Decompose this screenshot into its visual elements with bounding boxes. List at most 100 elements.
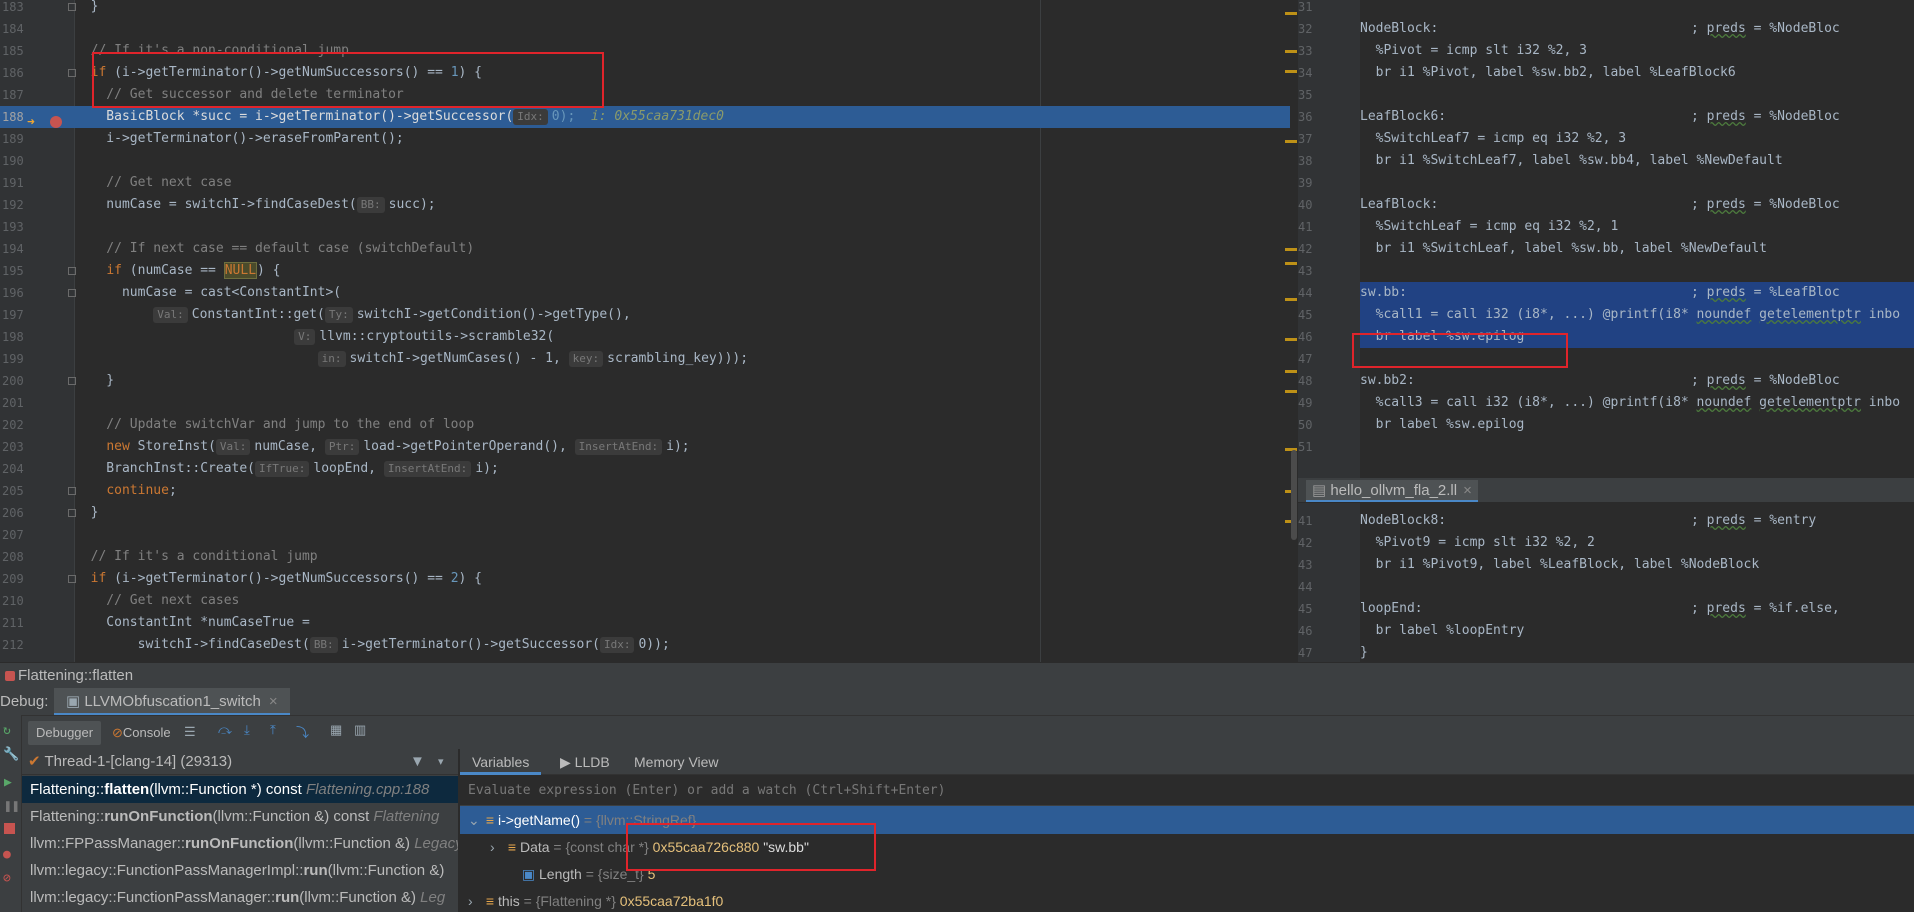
breadcrumb[interactable]: Flattening::flatten [0, 662, 1914, 688]
code-line[interactable]: BasicBlock *succ = i->getTerminator()->g… [75, 106, 1298, 128]
rerun-icon[interactable]: ↻ [3, 723, 11, 738]
ir-line[interactable] [1360, 0, 1914, 18]
line-number[interactable]: 212 [0, 634, 75, 656]
code-line[interactable]: } [75, 502, 1298, 524]
line-number[interactable]: 34 [1298, 62, 1360, 84]
ir-line[interactable]: br i1 %SwitchLeaf, label %sw.bb, label %… [1360, 238, 1914, 260]
code-line[interactable]: // Get next cases [75, 590, 1298, 612]
ir-line[interactable] [1360, 503, 1914, 510]
line-number-gutter[interactable]: 183 184 185 186 187 188 189 190 191 192 193 194 195 1… [0, 0, 76, 662]
close-tab-icon[interactable]: × [1463, 482, 1472, 499]
resume-icon[interactable]: ▶ [4, 775, 12, 790]
scroll-marker[interactable] [1285, 262, 1297, 265]
ir-line[interactable]: NodeBlock8:; preds = %entry [1360, 510, 1914, 532]
thread-selector[interactable]: ✔ Thread-1-[clang-14] (29313) ▼ ▾ [22, 749, 458, 775]
ir-line[interactable]: sw.bb2:; preds = %NodeBloc [1360, 370, 1914, 392]
ir-line[interactable] [1360, 84, 1914, 106]
session-tab[interactable]: ▣ LLVMObfuscation1_switch × [54, 688, 290, 715]
code-line[interactable]: if (numCase == NULL) { [75, 260, 1298, 282]
code-line[interactable] [75, 18, 1298, 40]
line-number[interactable]: 39 [1298, 172, 1360, 194]
menu-icon[interactable]: ☰ [184, 724, 196, 740]
line-number[interactable]: 38 [1298, 150, 1360, 172]
line-number[interactable]: 186 [0, 62, 75, 84]
code-line[interactable] [75, 216, 1298, 238]
stack-frame[interactable]: Flattening::runOnFunction(llvm::Function… [22, 803, 458, 830]
stop-icon[interactable] [4, 823, 15, 834]
code-line[interactable]: V: llvm::cryptoutils->scramble32( [75, 326, 1298, 348]
code-line[interactable]: } [75, 370, 1298, 392]
ir-line[interactable]: %call1 = call i32 (i8*, ...) @printf(i8*… [1360, 304, 1914, 326]
line-number[interactable]: 200 [0, 370, 75, 392]
code-line[interactable]: numCase = switchI->findCaseDest(BB: succ)… [75, 194, 1298, 216]
ir-editor-top[interactable]: 31 32 NodeBlock:; preds = %NodeBloc 33 %Piv… [1298, 0, 1914, 478]
chevron-down-icon[interactable]: ▾ [438, 749, 444, 775]
line-number[interactable]: 204 [0, 458, 75, 480]
line-number[interactable]: 36 [1298, 106, 1360, 128]
line-number[interactable]: 43 [1298, 260, 1360, 282]
mute-breakpoints-icon[interactable]: ⊘ [3, 871, 11, 886]
code-line[interactable]: i->getTerminator()->eraseFromParent(); [75, 128, 1298, 150]
scroll-marker[interactable] [1285, 12, 1297, 15]
ir-line[interactable]: LeafBlock6:; preds = %NodeBloc [1360, 106, 1914, 128]
line-number[interactable]: 37 [1298, 128, 1360, 150]
wrench-icon[interactable]: 🔧 [3, 747, 19, 762]
line-number[interactable]: 205 [0, 480, 75, 502]
ir-line[interactable] [1360, 172, 1914, 194]
table-icon[interactable]: ▦ [330, 722, 342, 738]
code-line[interactable] [75, 150, 1298, 172]
ir-line[interactable]: NodeBlock:; preds = %NodeBloc [1360, 18, 1914, 40]
line-number[interactable]: 40 [1298, 503, 1360, 510]
code-line[interactable]: switchI->findCaseDest(BB: i->getTerminato… [75, 634, 1298, 656]
ir-line[interactable]: } [1360, 642, 1914, 662]
code-line[interactable]: continue; [75, 480, 1298, 502]
close-session-icon[interactable]: × [269, 693, 278, 710]
ir-line[interactable]: sw.bb:; preds = %LeafBloc [1360, 282, 1914, 304]
line-number[interactable]: 183 [0, 0, 75, 18]
ir-line[interactable]: loopEnd:; preds = %if.else, [1360, 598, 1914, 620]
line-number[interactable]: 41 [1298, 510, 1360, 532]
line-number[interactable]: 49 [1298, 392, 1360, 414]
scroll-thumb[interactable] [1291, 450, 1297, 540]
line-number[interactable]: 185 [0, 40, 75, 62]
line-number[interactable]: 44 [1298, 576, 1360, 598]
line-number[interactable]: 191 [0, 172, 75, 194]
tab-variables[interactable]: Variables [460, 749, 542, 775]
line-number[interactable]: 189 [0, 128, 75, 150]
scroll-marker[interactable] [1285, 248, 1297, 251]
tab-hello-ollvm-fla-2[interactable]: ▤ hello_ollvm_fla_2.ll × [1306, 480, 1478, 502]
line-number[interactable]: 31 [1298, 0, 1360, 18]
code-line[interactable] [75, 392, 1298, 414]
code-line[interactable]: if (i->getTerminator()->getNumSuccessors… [75, 568, 1298, 590]
stack-frame[interactable]: llvm::FPPassManager::runOnFunction(llvm:… [22, 830, 458, 857]
line-number[interactable]: 197 [0, 304, 75, 326]
scroll-marker[interactable] [1285, 298, 1297, 301]
code-line[interactable]: new StoreInst(Val: numCase, Ptr: load->get… [75, 436, 1298, 458]
line-number[interactable]: 42 [1298, 238, 1360, 260]
step-over-icon[interactable]: ⤼ [218, 722, 232, 738]
pause-icon[interactable]: ❚❚ [4, 799, 20, 814]
line-number[interactable]: 44 [1298, 282, 1360, 304]
line-number[interactable]: 42 [1298, 532, 1360, 554]
line-number[interactable]: 45 [1298, 304, 1360, 326]
line-number[interactable]: 47 [1298, 348, 1360, 370]
ir-editor-bottom[interactable]: 4041NodeBlock8:; preds = %entry42 %Pivot… [1298, 503, 1914, 662]
line-number[interactable]: 202 [0, 414, 75, 436]
ir-line[interactable] [1360, 260, 1914, 282]
line-number[interactable]: 203 [0, 436, 75, 458]
line-number[interactable]: 209 [0, 568, 75, 590]
code-line[interactable]: // Get next case [75, 172, 1298, 194]
line-number[interactable]: 211 [0, 612, 75, 634]
line-number[interactable]: 184 [0, 18, 75, 40]
code-line[interactable]: Val: ConstantInt::get(Ty: switchI->getCond… [75, 304, 1298, 326]
code-line[interactable]: numCase = cast<ConstantInt>( [75, 282, 1298, 304]
ir-line[interactable]: br i1 %Pivot, label %sw.bb2, label %Leaf… [1360, 62, 1914, 84]
breakpoint-icon[interactable] [50, 116, 62, 128]
line-number[interactable]: 206 [0, 502, 75, 524]
run-to-cursor-icon[interactable]: ⤵ [296, 722, 309, 741]
line-number[interactable]: 43 [1298, 554, 1360, 576]
line-number[interactable]: 187 [0, 84, 75, 106]
editor-scrollbar[interactable] [1290, 0, 1298, 662]
ir-line[interactable]: %SwitchLeaf = icmp eq i32 %2, 1 [1360, 216, 1914, 238]
ir-line[interactable]: br label %loopEntry [1360, 620, 1914, 642]
